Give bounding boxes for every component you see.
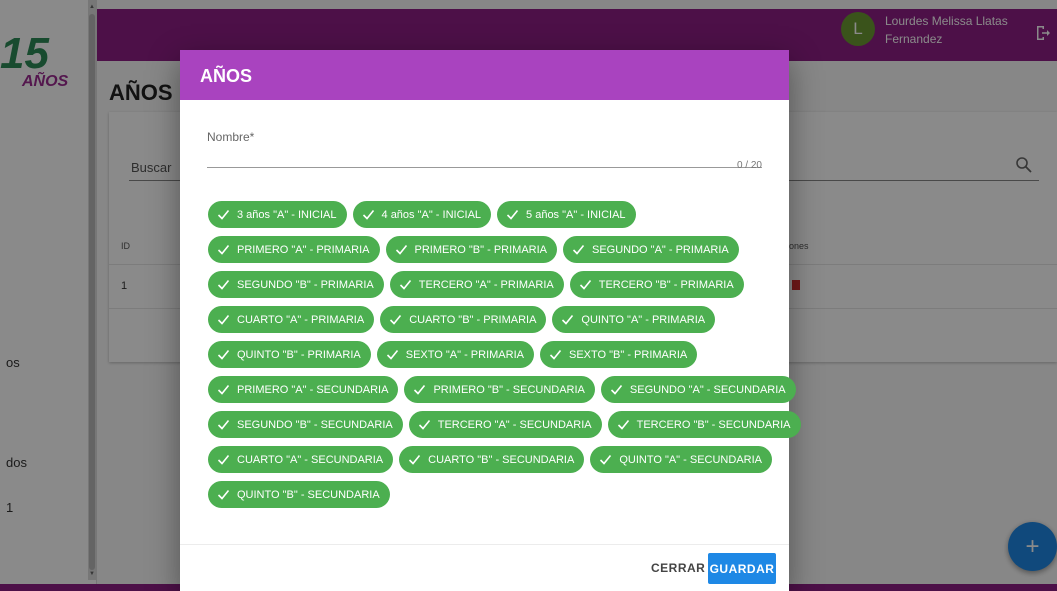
grade-chip[interactable]: TERCERO "A" - SECUNDARIA: [408, 411, 602, 438]
check-icon: [217, 209, 230, 220]
check-icon: [217, 419, 230, 430]
chip-row: SEGUNDO "B" - SECUNDARIA TERCERO "A" - SE…: [208, 411, 801, 446]
grade-chip[interactable]: SEGUNDO "A" - SECUNDARIA: [600, 376, 796, 403]
grade-chip-label: SEGUNDO "B" - PRIMARIA: [237, 278, 374, 291]
character-counter: 0 / 20: [736, 160, 762, 171]
grade-chip-label: SEXTO "A" - PRIMARIA: [405, 348, 524, 361]
dialog-title: AÑOS: [200, 66, 253, 86]
grade-chip-label: QUINTO "A" - PRIMARIA: [581, 313, 706, 326]
grade-chip-label: TERCERO "B" - SECUNDARIA: [636, 418, 791, 431]
grade-chip[interactable]: CUARTO "A" - SECUNDARIA: [208, 446, 394, 473]
check-icon: [217, 454, 230, 465]
grade-chip[interactable]: 4 años "A" - INICIAL: [352, 201, 492, 228]
check-icon: [414, 384, 426, 395]
check-icon: [549, 349, 562, 360]
grade-chip-label: QUINTO "B" - SECUNDARIA: [237, 488, 380, 501]
check-icon: [506, 209, 519, 220]
save-button[interactable]: GUARDAR: [708, 553, 776, 584]
grade-chip[interactable]: QUINTO "B" - SECUNDARIA: [208, 481, 390, 508]
chip-row: PRIMERO "A" - PRIMARIA PRIMERO "B" - PRIM…: [208, 236, 768, 271]
grade-chip-label: 3 años "A" - INICIAL: [237, 208, 337, 221]
grade-chip-label: QUINTO "A" - SECUNDARIA: [619, 453, 762, 466]
grade-chip-label: TERCERO "A" - SECUNDARIA: [437, 418, 592, 431]
check-icon: [418, 419, 430, 430]
check-icon: [217, 489, 230, 500]
grade-chip-label: QUINTO "B" - PRIMARIA: [237, 348, 361, 361]
chip-row: 3 años "A" - INICIAL 4 años "A" - INICIAL…: [208, 201, 768, 236]
check-icon: [217, 244, 230, 255]
check-icon: [217, 314, 230, 325]
check-icon: [572, 244, 585, 255]
grade-chip-group: 3 años "A" - INICIAL 4 años "A" - INICIAL…: [208, 201, 801, 516]
grade-chip[interactable]: QUINTO "B" - PRIMARIA: [208, 341, 371, 368]
grade-chip[interactable]: TERCERO "A" - PRIMARIA: [389, 271, 564, 298]
grade-chip-label: SEGUNDO "A" - SECUNDARIA: [629, 383, 786, 396]
check-icon: [362, 209, 374, 220]
grade-chip[interactable]: 5 años "A" - INICIAL: [497, 201, 636, 228]
name-input[interactable]: [207, 150, 762, 168]
name-label: Nombre*: [207, 130, 255, 144]
grade-chip[interactable]: PRIMERO "A" - SECUNDARIA: [208, 376, 399, 403]
grade-chip[interactable]: SEGUNDO "B" - PRIMARIA: [208, 271, 384, 298]
name-field: Nombre* 0 / 20: [207, 130, 762, 171]
grade-chip-label: CUARTO "B" - PRIMARIA: [409, 313, 537, 326]
grade-chip[interactable]: SEGUNDO "B" - SECUNDARIA: [208, 411, 403, 438]
check-icon: [617, 419, 629, 430]
chip-row: QUINTO "B" - PRIMARIA SEXTO "A" - PRIMARI…: [208, 341, 768, 376]
check-icon: [217, 279, 230, 290]
grade-chip-label: TERCERO "A" - PRIMARIA: [418, 278, 554, 291]
grade-chip[interactable]: PRIMERO "A" - PRIMARIA: [208, 236, 380, 263]
grade-chip-label: 5 años "A" - INICIAL: [526, 208, 626, 221]
grade-chip-label: SEGUNDO "A" - PRIMARIA: [592, 243, 729, 256]
check-icon: [409, 454, 421, 465]
chip-row: QUINTO "B" - SECUNDARIA: [208, 481, 768, 516]
check-icon: [217, 384, 230, 395]
grade-chip-label: SEXTO "B" - PRIMARIA: [568, 348, 688, 361]
check-icon: [399, 279, 411, 290]
grade-chip-label: SEGUNDO "B" - SECUNDARIA: [237, 418, 393, 431]
grade-chip-label: PRIMERO "B" - PRIMARIA: [414, 243, 548, 256]
grade-chip-label: PRIMERO "B" - SECUNDARIA: [433, 383, 585, 396]
check-icon: [217, 349, 230, 360]
grade-chip[interactable]: TERCERO "B" - PRIMARIA: [569, 271, 744, 298]
years-dialog: AÑOS Nombre* 0 / 20 3 años "A" - INICIAL…: [180, 50, 801, 591]
grade-chip-label: PRIMERO "A" - SECUNDARIA: [237, 383, 389, 396]
chip-row: SEGUNDO "B" - PRIMARIA TERCERO "A" - PRIM…: [208, 271, 768, 306]
grade-chip-label: CUARTO "A" - SECUNDARIA: [237, 453, 384, 466]
grade-chip-label: 4 años "A" - INICIAL: [381, 208, 482, 221]
grade-chip[interactable]: CUARTO "B" - SECUNDARIA: [399, 446, 585, 473]
grade-chip-label: PRIMERO "A" - PRIMARIA: [237, 243, 370, 256]
grade-chip-label: TERCERO "B" - PRIMARIA: [598, 278, 734, 291]
check-icon: [395, 244, 407, 255]
grade-chip[interactable]: SEXTO "A" - PRIMARIA: [376, 341, 534, 368]
chip-row: PRIMERO "A" - SECUNDARIA PRIMERO "B" - SE…: [208, 376, 796, 411]
check-icon: [579, 279, 591, 290]
grade-chip-label: CUARTO "A" - PRIMARIA: [237, 313, 365, 326]
grade-chip[interactable]: CUARTO "A" - PRIMARIA: [208, 306, 375, 333]
dialog-header: AÑOS: [180, 50, 789, 100]
grade-chip[interactable]: SEXTO "B" - PRIMARIA: [539, 341, 698, 368]
close-button[interactable]: CERRAR: [645, 553, 711, 583]
grade-chip[interactable]: TERCERO "B" - SECUNDARIA: [607, 411, 801, 438]
check-icon: [610, 384, 623, 395]
check-icon: [390, 314, 402, 325]
check-icon: [600, 454, 612, 465]
grade-chip[interactable]: 3 años "A" - INICIAL: [208, 201, 347, 228]
grade-chip[interactable]: PRIMERO "B" - SECUNDARIA: [404, 376, 595, 403]
grade-chip[interactable]: SEGUNDO "A" - PRIMARIA: [563, 236, 739, 263]
chip-row: CUARTO "A" - PRIMARIA CUARTO "B" - PRIMAR…: [208, 306, 768, 341]
grade-chip[interactable]: QUINTO "A" - PRIMARIA: [552, 306, 716, 333]
grade-chip[interactable]: QUINTO "A" - SECUNDARIA: [590, 446, 772, 473]
grade-chip[interactable]: PRIMERO "B" - PRIMARIA: [385, 236, 557, 263]
dialog-footer: CERRAR GUARDAR: [180, 544, 789, 591]
grade-chip-label: CUARTO "B" - SECUNDARIA: [428, 453, 575, 466]
check-icon: [562, 314, 574, 325]
chip-row: CUARTO "A" - SECUNDARIA CUARTO "B" - SECU…: [208, 446, 772, 481]
grade-chip[interactable]: CUARTO "B" - PRIMARIA: [380, 306, 547, 333]
check-icon: [386, 349, 398, 360]
